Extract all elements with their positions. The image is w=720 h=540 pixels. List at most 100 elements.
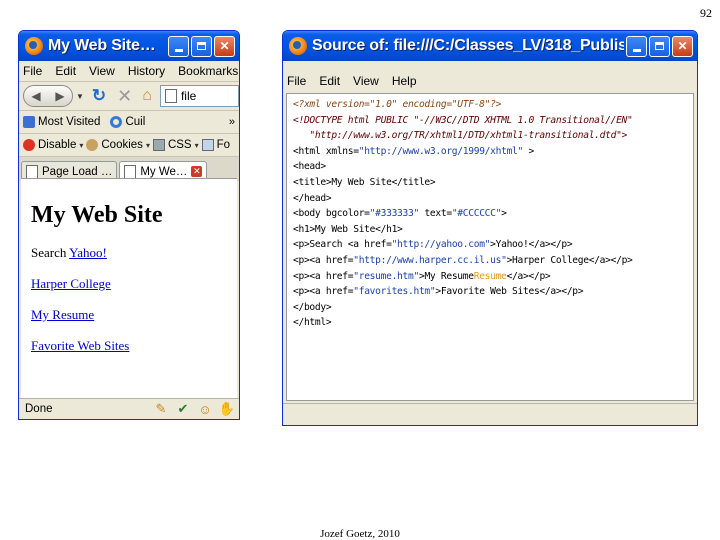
source-token: <head> (293, 161, 326, 173)
maximize-icon (197, 42, 206, 50)
navigation-toolbar: ◀ ▶ ▼ ↻ ✕ ⌂ file (19, 81, 239, 110)
status-text: Done (25, 403, 53, 415)
source-token: </html> (293, 317, 332, 329)
status-icons: ✎ ✔ ☺ ✋ (147, 401, 236, 417)
css-icon (152, 139, 165, 151)
source-token: "resume.htm" (353, 270, 419, 282)
source-line: <p>Search <a href="http://yahoo.com">Yah… (293, 237, 693, 253)
source-token: </a></p> (506, 270, 551, 282)
bookmarks-overflow-chevron[interactable]: » (229, 116, 235, 128)
menu-history[interactable]: History (128, 64, 165, 78)
source-statusbar (283, 403, 697, 425)
source-line: <p><a href="http://www.harper.cc.il.us">… (293, 253, 693, 269)
menu-file[interactable]: File (23, 64, 42, 78)
close-icon: ✕ (219, 39, 230, 53)
source-line: <!DOCTYPE html PUBLIC "-//W3C//DTD XHTML… (293, 113, 693, 129)
validator-check-icon[interactable]: ✔ (175, 401, 191, 417)
web-developer-toolbar: Disable ▾ Cookies ▾ CSS ▾ Fo (19, 133, 239, 156)
source-token: >Yahoo!</a></p> (490, 239, 573, 251)
forms-icon (201, 139, 214, 151)
source-menubar: File Edit View Help (283, 71, 697, 91)
disable-icon (23, 139, 35, 151)
minimize-icon (174, 48, 183, 52)
disable-dropdown-icon[interactable]: ▾ (79, 141, 83, 150)
page-icon (164, 89, 177, 103)
source-titlebar[interactable]: Source of: file:///C:/Classes_LV/318_Pub… (283, 31, 697, 61)
resume-paragraph: My Resume (31, 299, 237, 330)
source-token: <!DOCTYPE html PUBLIC "-//W3C//DTD XHTML… (293, 114, 633, 126)
browser-window: My Web Site… ✕ File Edit View History Bo… (18, 30, 240, 420)
source-token: >Favorite Web Sites</a></p> (435, 286, 584, 298)
harper-paragraph: Harper College (31, 268, 237, 299)
source-token: "http://www.harper.cc.il.us" (353, 254, 507, 266)
forward-arrow-icon[interactable]: ▶ (55, 89, 64, 103)
source-line: <p><a href="favorites.htm">Favorite Web … (293, 284, 693, 300)
source-token: "http://www.w3.org/1999/xhtml" (358, 145, 524, 157)
source-token: <p>Search <a href= (293, 239, 392, 251)
source-token: <html xmlns= (293, 145, 359, 157)
source-token: <p><a href= (293, 270, 354, 282)
source-token: Resume (473, 270, 507, 282)
wd-cookies[interactable]: Cookies (101, 139, 143, 151)
most-visited-icon (23, 116, 35, 128)
maximize-icon (655, 42, 664, 50)
addon-smiley-icon[interactable]: ☺ (197, 401, 213, 417)
menu-bookmarks[interactable]: Bookmarks (178, 64, 238, 78)
tab-close-icon[interactable]: ✕ (191, 166, 203, 177)
src-menu-help[interactable]: Help (392, 74, 417, 88)
src-menu-edit[interactable]: Edit (319, 74, 340, 88)
url-bar[interactable]: file (159, 85, 239, 107)
wd-forms[interactable]: Fo (217, 139, 230, 151)
wd-disable[interactable]: Disable (38, 139, 76, 151)
firefox-icon (289, 37, 307, 55)
edit-page-icon[interactable]: ✎ (153, 401, 169, 417)
source-token: <h1>My Web Site</h1> (293, 223, 403, 235)
source-token: </head> (293, 192, 332, 204)
source-line: <?xml version="1.0" encoding="UTF-8"?> (293, 97, 693, 113)
source-token: </body> (293, 301, 332, 313)
history-dropdown-icon[interactable]: ▼ (76, 92, 84, 101)
src-menu-file[interactable]: File (287, 74, 306, 88)
stop-hand-icon[interactable]: ✋ (219, 401, 235, 417)
firefox-icon (25, 37, 43, 55)
menu-edit[interactable]: Edit (55, 64, 76, 78)
source-title: Source of: file:///C:/Classes_LV/318_Pub… (312, 37, 624, 54)
tab-page-load-label: Page Load … (42, 165, 113, 178)
css-dropdown-icon[interactable]: ▾ (195, 141, 199, 150)
minimize-button[interactable] (626, 35, 647, 57)
home-icon[interactable]: ⌂ (142, 87, 152, 105)
src-menu-view[interactable]: View (353, 74, 379, 88)
menu-view[interactable]: View (89, 64, 115, 78)
minimize-button[interactable] (168, 35, 189, 57)
maximize-button[interactable] (191, 35, 212, 57)
link-favorite-web-sites[interactable]: Favorite Web Sites (31, 338, 129, 353)
close-button[interactable]: ✕ (214, 35, 235, 57)
link-my-resume[interactable]: My Resume (31, 307, 94, 322)
cookies-dropdown-icon[interactable]: ▾ (146, 141, 150, 150)
page-heading: My Web Site (31, 202, 163, 228)
wd-css[interactable]: CSS (168, 139, 192, 151)
source-code-pane[interactable]: <?xml version="1.0" encoding="UTF-8"?> <!… (286, 93, 694, 401)
source-token: "#CCCCCC" (451, 208, 502, 220)
back-forward-group: ◀ ▶ (23, 85, 73, 107)
link-harper-college[interactable]: Harper College (31, 276, 111, 291)
slide-page-number: 92 (700, 6, 712, 20)
browser-statusbar: Done ✎ ✔ ☺ ✋ (19, 398, 239, 419)
source-token: <p><a href= (293, 286, 354, 298)
source-line: <h1>My Web Site</h1> (293, 222, 693, 238)
reload-icon[interactable]: ↻ (92, 86, 106, 106)
tab-page-icon (26, 164, 38, 179)
bookmark-most-visited[interactable]: Most Visited (38, 116, 100, 128)
close-button[interactable]: ✕ (672, 35, 693, 57)
browser-titlebar[interactable]: My Web Site… ✕ (19, 31, 239, 61)
maximize-button[interactable] (649, 35, 670, 57)
source-token: > (523, 145, 534, 157)
bookmark-cuil[interactable]: Cuil (125, 116, 145, 128)
source-line: </body> (293, 300, 693, 316)
link-yahoo[interactable]: Yahoo! (69, 245, 107, 260)
stop-icon[interactable]: ✕ (117, 86, 132, 107)
back-arrow-icon[interactable]: ◀ (31, 89, 40, 103)
browser-menubar: File Edit View History Bookmarks (19, 61, 239, 81)
page-content: My Web Site Search Yahoo! Harper College… (21, 178, 237, 399)
minimize-icon (632, 48, 641, 52)
